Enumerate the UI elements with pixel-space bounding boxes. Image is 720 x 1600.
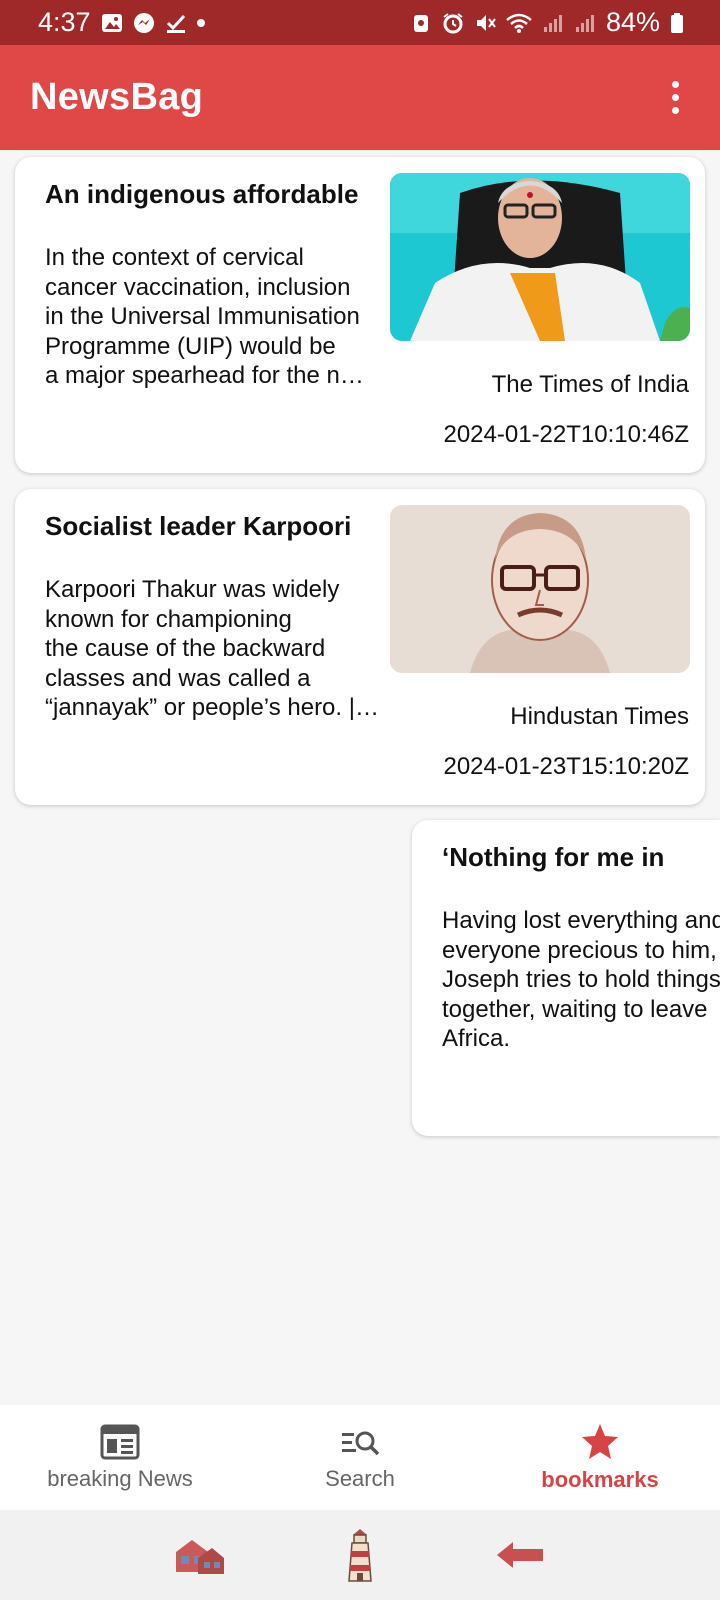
app-title: NewsBag bbox=[30, 76, 204, 118]
article-date: 2024-01-22T10:10:46Z bbox=[443, 421, 689, 448]
article-description: In the context of cervical cancer vaccin… bbox=[45, 244, 364, 389]
article-card[interactable]: An indigenous affordable In the context … bbox=[15, 157, 705, 473]
battery-percent: 84% bbox=[605, 7, 660, 37]
messenger-notification-icon bbox=[133, 12, 154, 33]
signal-icon-2 bbox=[575, 14, 594, 32]
system-navigation-bar bbox=[0, 1510, 720, 1600]
alarm-icon bbox=[443, 12, 463, 33]
nav-bookmarks[interactable]: bookmarks bbox=[480, 1405, 720, 1510]
app-bar: NewsBag bbox=[0, 45, 720, 150]
overflow-dot-icon bbox=[671, 107, 679, 114]
newspaper-icon bbox=[100, 1424, 140, 1459]
home-icon bbox=[176, 1540, 224, 1574]
status-left: 4:37 bbox=[38, 7, 205, 38]
back-button[interactable] bbox=[490, 1525, 550, 1585]
article-source: Hindustan Times bbox=[510, 703, 689, 730]
article-description: Having lost everything and everyone prec… bbox=[442, 907, 720, 1052]
status-bar: 4:37 84% bbox=[0, 0, 720, 45]
article-title: ‘Nothing for me in bbox=[442, 842, 665, 872]
article-source: The Times of India bbox=[491, 371, 689, 398]
nav-breaking-news[interactable]: breaking News bbox=[0, 1405, 240, 1510]
more-notifications-dot-icon bbox=[196, 18, 205, 27]
back-arrow-icon bbox=[497, 1542, 543, 1568]
article-date: 2024-01-23T15:10:20Z bbox=[443, 753, 689, 780]
nav-label: breaking News bbox=[47, 1465, 193, 1491]
status-time: 4:37 bbox=[38, 7, 91, 37]
signal-icon-1 bbox=[543, 14, 562, 32]
nav-search[interactable]: Search bbox=[240, 1405, 480, 1510]
wifi-icon bbox=[506, 13, 532, 33]
overflow-menu-button[interactable] bbox=[660, 78, 690, 118]
gallery-notification-icon bbox=[101, 13, 122, 32]
nav-label: Search bbox=[325, 1465, 395, 1491]
search-icon bbox=[342, 1431, 380, 1455]
overflow-dot-icon bbox=[671, 94, 679, 101]
nav-label: bookmarks bbox=[541, 1466, 659, 1492]
article-card-swiping[interactable]: ‘Nothing for me in Having lost everythin… bbox=[412, 820, 720, 1136]
mute-icon bbox=[476, 14, 496, 31]
bottom-navigation: breaking News Search bookmarks bbox=[0, 1405, 720, 1510]
article-description: Karpoori Thakur was widely known for cha… bbox=[45, 576, 379, 721]
overflow-dot-icon bbox=[671, 81, 679, 88]
article-card[interactable]: Socialist leader Karpoori Karpoori Thaku… bbox=[15, 489, 705, 805]
star-icon bbox=[582, 1423, 618, 1459]
article-image bbox=[390, 505, 690, 673]
article-title: An indigenous affordable bbox=[45, 179, 359, 209]
battery-icon bbox=[671, 12, 683, 33]
task-notification-icon bbox=[166, 14, 185, 33]
lighthouse-icon bbox=[348, 1529, 372, 1582]
battery-saver-icon bbox=[413, 14, 428, 32]
status-right: 84% bbox=[410, 7, 684, 38]
recents-button[interactable] bbox=[330, 1525, 390, 1585]
article-image bbox=[390, 173, 690, 341]
home-button[interactable] bbox=[170, 1525, 230, 1585]
article-title: Socialist leader Karpoori bbox=[45, 511, 352, 541]
